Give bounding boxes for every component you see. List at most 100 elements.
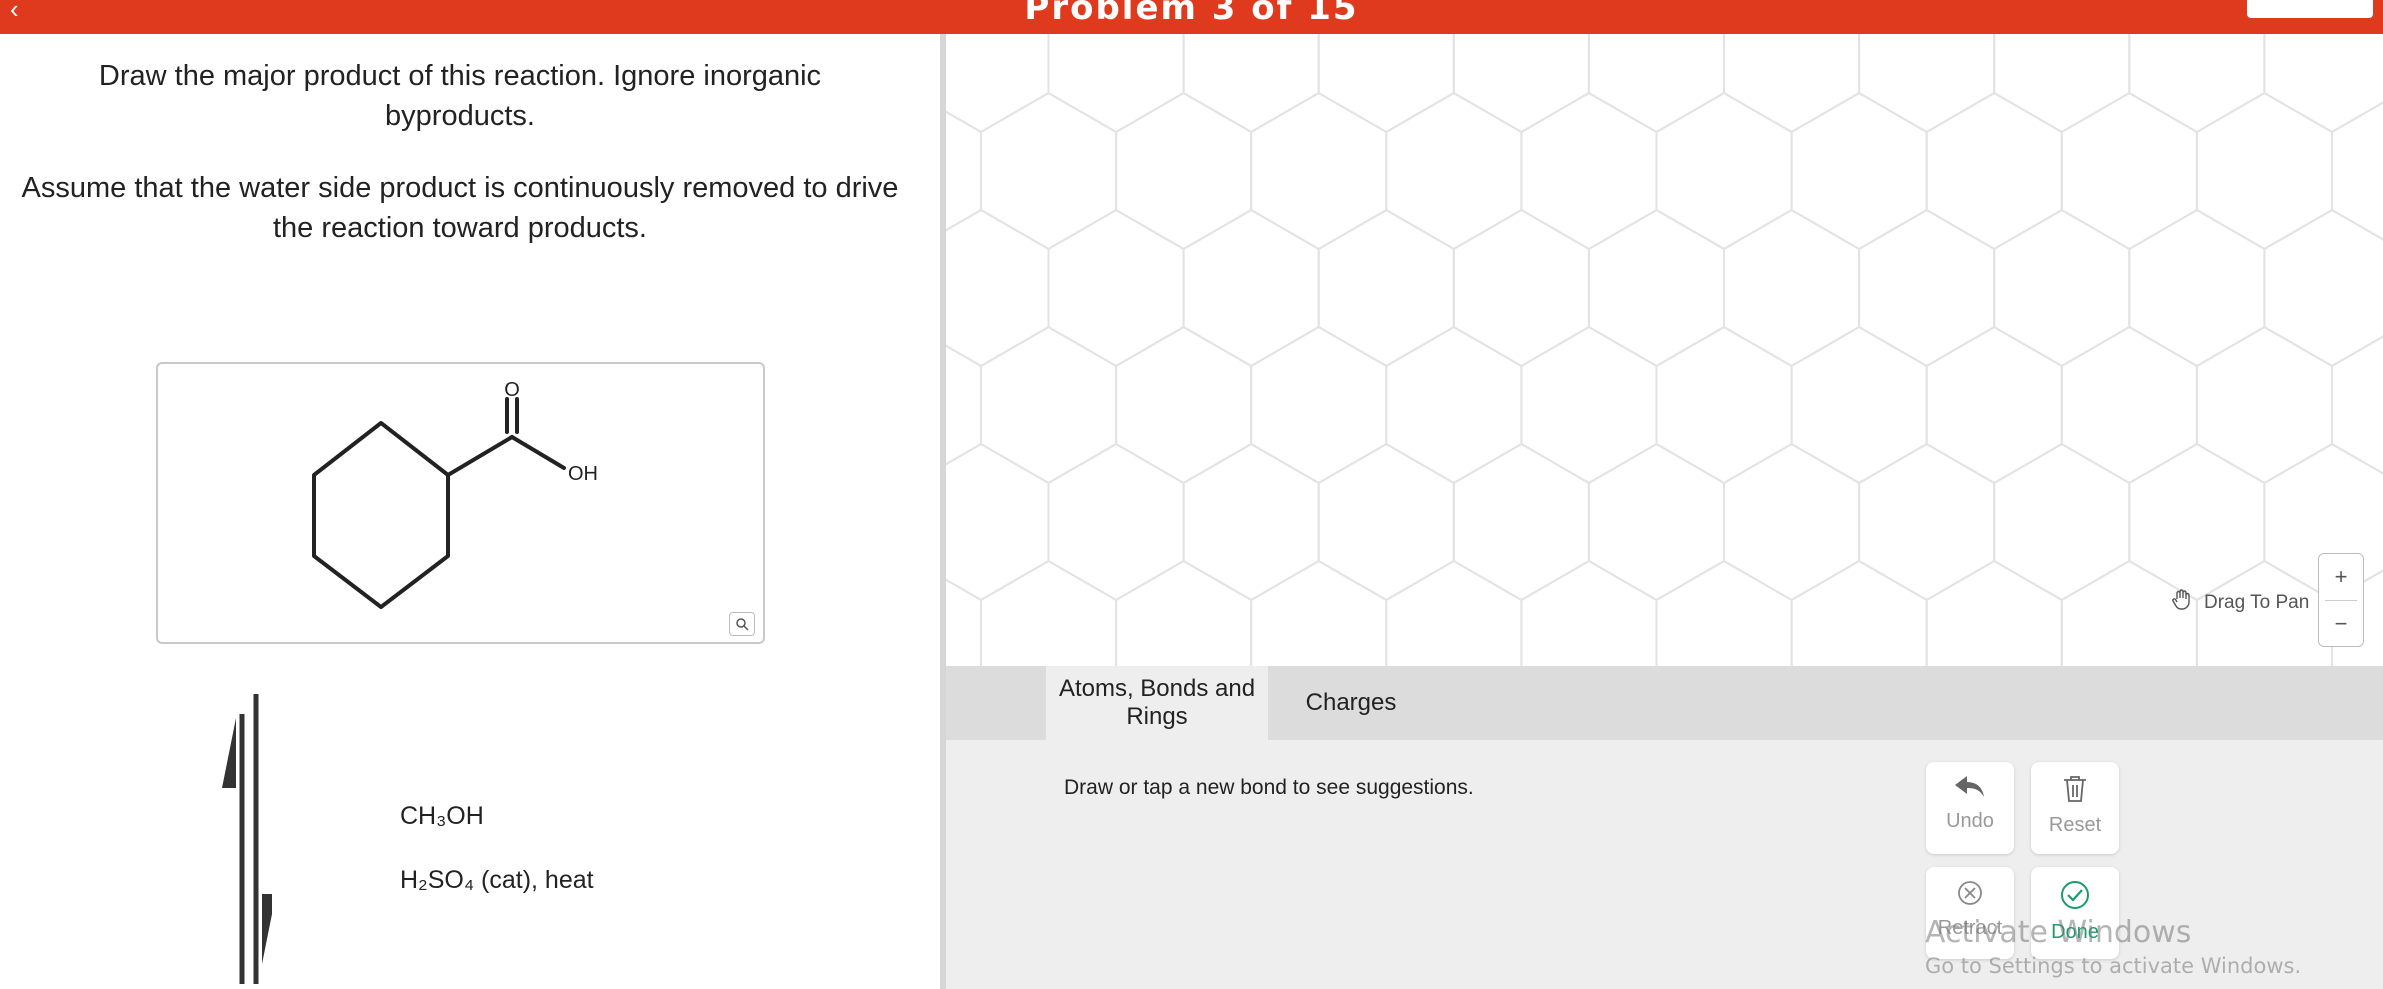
question-assumption: Assume that the water side product is co…: [21, 172, 899, 244]
hex-cell: [1115, 559, 1253, 666]
hex-cell: [980, 91, 1118, 251]
hex-cell: [946, 34, 1050, 134]
hex-cell: [946, 344, 982, 466]
hex-cell: [1655, 91, 1793, 251]
hex-cell: [1587, 34, 1725, 134]
hex-cell: [1250, 559, 1388, 666]
hex-cell: [1925, 91, 2063, 251]
circle-x-icon: [1958, 881, 1982, 905]
hex-cell: [1182, 208, 1320, 368]
undo-button[interactable]: Undo: [1926, 762, 2014, 854]
hex-cell: [1047, 442, 1185, 602]
zoom-in-button[interactable]: +: [2319, 554, 2363, 600]
hex-cell: [1587, 208, 1725, 368]
hex-cell: [1790, 91, 1928, 251]
zoom-out-button[interactable]: −: [2319, 601, 2363, 647]
hex-cell: [1047, 34, 1185, 134]
reset-label: Reset: [2048, 814, 2102, 836]
hex-cell: [2128, 34, 2266, 134]
hex-cell: [1993, 208, 2131, 368]
hex-cell: [1452, 34, 1590, 134]
trash-icon: [2064, 776, 2086, 802]
hex-cell: [1925, 559, 2063, 666]
header-button[interactable]: [2247, 0, 2373, 18]
hex-grid: [946, 34, 2383, 666]
zoom-control: + −: [2318, 553, 2364, 647]
hex-cell: [1250, 91, 1388, 251]
hex-cell: [1587, 442, 1725, 602]
hex-cell: [1452, 208, 1590, 368]
reagent-sulfuric-acid: H₂SO₄ (cat), heat: [400, 866, 594, 894]
hex-cell: [946, 110, 982, 232]
hex-cell: [1317, 442, 1455, 602]
hex-cell: [946, 442, 1050, 602]
reagent-methanol: CH₃OH: [400, 802, 484, 830]
hex-cell: [1385, 325, 1523, 485]
hex-cell: [2263, 208, 2383, 368]
hex-cell: [980, 559, 1118, 666]
hex-cell: [1385, 91, 1523, 251]
tab-atoms-bonds-rings[interactable]: Atoms, Bonds and Rings: [1046, 666, 1268, 740]
hex-cell: [1520, 559, 1658, 666]
hex-cell: [1317, 34, 1455, 134]
hex-cell: [1317, 208, 1455, 368]
hex-cell: [1452, 442, 1590, 602]
hex-cell: [1520, 325, 1658, 485]
hex-cell: [1115, 325, 1253, 485]
hex-cell: [946, 578, 982, 666]
carbonyl-oxygen-label: O: [504, 379, 520, 401]
hex-cell: [2195, 91, 2333, 251]
hex-cell: [1723, 208, 1861, 368]
hex-cell: [1925, 325, 2063, 485]
hex-cell: [1790, 325, 1928, 485]
hex-cell: [2060, 325, 2198, 485]
hex-cell: [1385, 559, 1523, 666]
watermark-title: Activate Windows: [1925, 915, 2192, 950]
hex-cell: [1993, 34, 2131, 134]
hydroxyl-label: OH: [568, 463, 598, 485]
hex-cell: [1723, 34, 1861, 134]
hex-cell: [1115, 91, 1253, 251]
hex-cell: [1993, 442, 2131, 602]
drag-to-pan-label: Drag To Pan: [2204, 592, 2310, 613]
cyclohexanecarboxylic-acid-structure: O OH: [312, 379, 598, 609]
question-panel: Draw the major product of this reaction.…: [0, 34, 940, 989]
hex-cell: [1858, 442, 1996, 602]
hex-cell: [1047, 208, 1185, 368]
question-instruction: Draw the major product of this reaction.…: [98, 60, 822, 132]
hex-cell: [2060, 91, 2198, 251]
hex-cell: [2195, 325, 2333, 485]
hex-cell: [1182, 442, 1320, 602]
reset-button[interactable]: Reset: [2031, 762, 2119, 854]
drag-to-pan[interactable]: Drag To Pan: [2170, 588, 2309, 618]
hand-icon: [2170, 588, 2194, 618]
hex-cell: [1250, 325, 1388, 485]
hex-cell: [1858, 34, 1996, 134]
watermark-subtitle: Go to Settings to activate Windows.: [1925, 954, 2302, 978]
hex-cell: [2128, 442, 2266, 602]
bond-suggestion-hint: Draw or tap a new bond to see suggestion…: [1064, 776, 1474, 799]
equilibrium-arrows-icon: [222, 694, 272, 984]
hex-cell: [2263, 34, 2383, 134]
top-bar: ‹ Problem 3 of 15: [0, 0, 2383, 34]
hex-cell: [1723, 442, 1861, 602]
hex-cell: [1790, 559, 1928, 666]
hex-cell: [980, 325, 1118, 485]
circle-check-icon: [2061, 881, 2089, 909]
undo-icon: [1955, 776, 1984, 797]
drawing-canvas[interactable]: [946, 34, 2383, 666]
activate-windows-watermark: Activate Windows Go to Settings to activ…: [1925, 915, 2301, 978]
undo-label: Undo: [1946, 810, 1994, 832]
hex-cell: [1182, 34, 1320, 134]
hex-cell: [2128, 208, 2266, 368]
reactant-structure-box: O OH: [156, 362, 765, 644]
tab-charges[interactable]: Charges: [1276, 666, 1426, 740]
hex-cell: [1858, 208, 1996, 368]
hex-cell: [1655, 559, 1793, 666]
problem-title: Problem 3 of 15: [1024, 0, 1359, 28]
magnify-icon[interactable]: [729, 612, 755, 636]
hex-cell: [1520, 91, 1658, 251]
hex-cell: [946, 208, 1050, 368]
hex-cell: [1655, 325, 1793, 485]
tool-tabs: Atoms, Bonds and Rings Charges: [946, 666, 2383, 740]
